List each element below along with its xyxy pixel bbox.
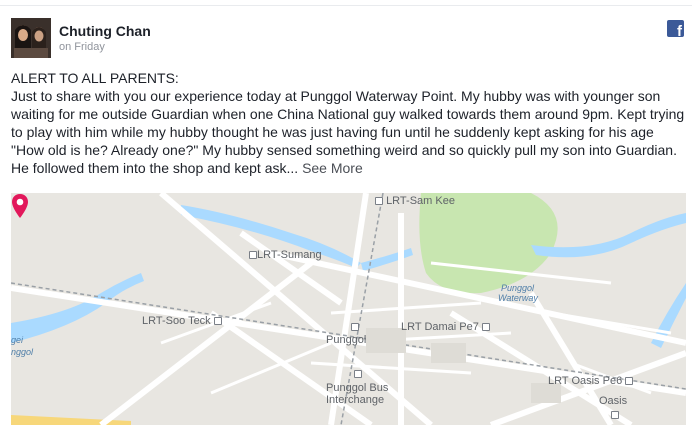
map-label-lrt-oasis-pe6[interactable]: LRT Oasis Pe6 bbox=[548, 375, 634, 387]
station-icon bbox=[611, 411, 619, 419]
map-label-punggol-bus[interactable]: Punggol Bus bbox=[326, 382, 388, 394]
map-block bbox=[366, 328, 406, 353]
map-label-text: LRT-Sumang bbox=[257, 249, 322, 261]
post-card: Chuting Chan on Friday f ALERT TO ALL PA… bbox=[0, 6, 692, 425]
map-preview[interactable]: LRT-Sam Kee LRT-Sumang LRT-Soo Teck Pung… bbox=[11, 193, 686, 425]
map-label-oasis[interactable]: Oasis bbox=[599, 395, 627, 407]
map-label-left-water-1: gei bbox=[11, 335, 24, 345]
map-block bbox=[431, 343, 466, 363]
map-label-punggol[interactable]: Punggol bbox=[326, 334, 366, 346]
location-pin-icon[interactable] bbox=[11, 193, 29, 219]
map-label-lrt-damai[interactable]: LRT Damai Pe7 bbox=[401, 321, 490, 333]
see-more-link[interactable]: See More bbox=[302, 160, 363, 176]
bus-interchange-icon bbox=[354, 368, 362, 380]
avatar[interactable] bbox=[11, 18, 51, 58]
station-icon bbox=[213, 317, 222, 325]
station-icon bbox=[351, 323, 359, 331]
post-heading: ALERT TO ALL PARENTS: bbox=[11, 70, 179, 86]
author-name[interactable]: Chuting Chan bbox=[59, 23, 151, 39]
facebook-f-glyph: f bbox=[677, 23, 682, 40]
map-label-waterway-1: Punggol bbox=[501, 283, 535, 293]
map-label-text: LRT Damai Pe7 bbox=[401, 321, 479, 333]
post-paragraph: Just to share with you our experience to… bbox=[11, 87, 687, 177]
post-timestamp[interactable]: on Friday bbox=[59, 41, 105, 53]
station-icon bbox=[481, 323, 490, 331]
oasis-station-icon bbox=[611, 409, 619, 421]
map-label-text: LRT-Soo Teck bbox=[142, 315, 211, 327]
facebook-icon[interactable]: f bbox=[667, 20, 684, 40]
map-label-lrt-soo-teck[interactable]: LRT-Soo Teck bbox=[142, 315, 222, 327]
map-label-punggol-station[interactable] bbox=[342, 321, 359, 333]
map-label-left-water-2: nggol bbox=[11, 347, 34, 357]
map-label-lrt-sam-kee[interactable]: LRT-Sam Kee bbox=[375, 195, 455, 207]
map-label-interchange[interactable]: Interchange bbox=[326, 394, 384, 406]
map-label-waterway-2: Waterway bbox=[498, 293, 538, 303]
bus-icon bbox=[354, 370, 362, 378]
station-icon bbox=[249, 251, 257, 259]
map-label-lrt-sumang[interactable]: LRT-Sumang bbox=[249, 249, 322, 261]
map-label-text: LRT-Sam Kee bbox=[386, 195, 455, 207]
map-label-text: LRT Oasis Pe6 bbox=[548, 375, 623, 387]
station-icon bbox=[375, 197, 383, 205]
station-icon bbox=[625, 377, 634, 385]
post-body: ALERT TO ALL PARENTS: Just to share with… bbox=[11, 69, 687, 177]
